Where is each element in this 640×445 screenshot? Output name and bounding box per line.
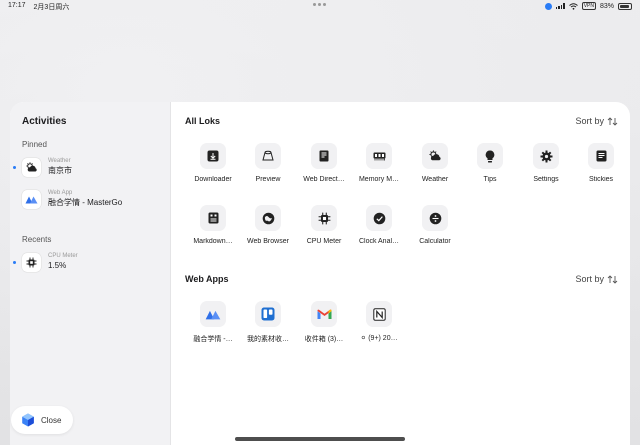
location-icon — [544, 2, 552, 10]
lok-preview[interactable]: Preview — [239, 143, 297, 183]
lok-label: Memory M… — [358, 176, 400, 183]
clock-icon — [366, 205, 392, 231]
webapp-label: 融合学情 -… — [193, 336, 233, 343]
lok-weather[interactable]: Weather — [406, 143, 464, 183]
webapp-gmail[interactable]: 收件箱 (3)… — [295, 301, 353, 344]
lok-label: Markdown… — [193, 238, 233, 245]
lok-web-browser[interactable]: Web Browser — [239, 205, 297, 245]
divide-icon — [422, 205, 448, 231]
pinned-item-mastergo[interactable]: Web App 融合学情 - MasterGo — [22, 190, 122, 209]
download-icon — [200, 143, 226, 169]
lok-label: Web Direct… — [303, 176, 345, 183]
webapp-label: 收件箱 (3)… — [304, 336, 344, 343]
battery-icon — [618, 2, 632, 10]
lok-label: Clock Anal… — [358, 238, 400, 245]
gear-icon — [533, 143, 559, 169]
weather-icon — [422, 143, 448, 169]
webapp-notion[interactable]: ⚪ (9+) 20… — [350, 301, 408, 342]
lok-label: Tips — [483, 176, 497, 183]
book-icon — [311, 143, 337, 169]
web-apps-title: Web Apps — [185, 274, 229, 284]
lok-label: Downloader — [194, 176, 232, 183]
status-date: 2月3日周六 — [33, 4, 70, 11]
lok-cpu-meter[interactable]: CPU Meter — [295, 205, 353, 245]
lok-web-directory[interactable]: Web Direct… — [295, 143, 353, 183]
memory-chip-icon — [366, 143, 392, 169]
notion-icon — [366, 301, 392, 327]
sort-label: Sort by — [575, 274, 604, 284]
close-button[interactable]: Close — [11, 406, 73, 434]
sort-arrows-icon — [607, 116, 618, 126]
all-loks-title: All Loks — [185, 116, 221, 126]
pinned-item-weather[interactable]: Weather 南京市 — [13, 158, 72, 177]
gmail-icon — [311, 301, 337, 327]
mastergo-icon — [22, 190, 41, 209]
pinned-item-title: 南京市 — [48, 166, 72, 176]
lok-label: CPU Meter — [306, 238, 342, 245]
lok-label: Weather — [421, 176, 449, 183]
battery-percent: 83% — [599, 2, 614, 10]
mastergo-icon — [200, 301, 226, 327]
lok-markdown[interactable]: Markdown… — [184, 205, 242, 245]
lok-calculator[interactable]: Calculator — [406, 205, 464, 245]
close-label: Close — [41, 415, 62, 425]
webapp-trello[interactable]: 我的素材收… — [239, 301, 297, 344]
sidebar-title: Activities — [22, 116, 67, 127]
note-icon — [588, 143, 614, 169]
vpn-badge: VPN — [581, 2, 596, 10]
all-loks-sort-button[interactable]: Sort by — [575, 116, 618, 126]
app-logo-icon — [22, 413, 34, 427]
lok-label: Calculator — [419, 238, 451, 245]
web-apps-sort-button[interactable]: Sort by — [575, 274, 618, 284]
lok-label: Settings — [533, 176, 559, 183]
lok-tips[interactable]: Tips — [461, 143, 519, 183]
webapp-label: 我的素材收… — [247, 336, 289, 343]
markdown-icon — [200, 205, 226, 231]
webapp-mastergo[interactable]: 融合学情 -… — [184, 301, 242, 344]
globe-icon — [255, 205, 281, 231]
active-dot — [13, 261, 16, 264]
activities-panel: Activities Pinned Weather 南京市 Web App 融合… — [10, 102, 630, 445]
sort-arrows-icon — [607, 274, 618, 284]
lok-clock-analog[interactable]: Clock Anal… — [350, 205, 408, 245]
signal-icon — [555, 3, 565, 9]
status-bar: 17:17 2月3日周六 VPN 83% — [0, 0, 640, 14]
home-indicator[interactable] — [235, 437, 405, 441]
trello-icon — [255, 301, 281, 327]
pinned-item-title: 融合学情 - MasterGo — [48, 198, 123, 208]
weather-icon — [22, 158, 41, 177]
lok-label: Web Browser — [247, 238, 289, 245]
lok-downloader[interactable]: Downloader — [184, 143, 242, 183]
lightbulb-icon — [477, 143, 503, 169]
preview-icon — [255, 143, 281, 169]
status-time: 17:17 — [8, 2, 26, 9]
lok-settings[interactable]: Settings — [517, 143, 575, 183]
multitasking-dots-icon[interactable] — [313, 3, 326, 6]
wifi-icon — [568, 2, 578, 10]
lok-label: Preview — [255, 176, 281, 183]
lok-label: Stickies — [588, 176, 614, 183]
sort-label: Sort by — [575, 116, 604, 126]
recents-label: Recents — [22, 235, 52, 244]
cpu-icon — [22, 253, 41, 272]
lok-stickies[interactable]: Stickies — [572, 143, 630, 183]
pinned-label: Pinned — [22, 140, 47, 149]
active-dot — [13, 166, 16, 169]
cpu-icon — [311, 205, 337, 231]
main-content: All Loks Sort by Downloader Preview Web … — [171, 102, 630, 445]
recent-item-cpu-meter[interactable]: CPU Meter 1.5% — [13, 253, 78, 272]
recent-item-value: 1.5% — [48, 261, 67, 271]
lok-memory-monitor[interactable]: Memory M… — [350, 143, 408, 183]
recent-item-type: CPU Meter — [48, 253, 78, 260]
webapp-label: ⚪ (9+) 20… — [360, 335, 398, 342]
sidebar: Activities Pinned Weather 南京市 Web App 融合… — [10, 102, 171, 445]
